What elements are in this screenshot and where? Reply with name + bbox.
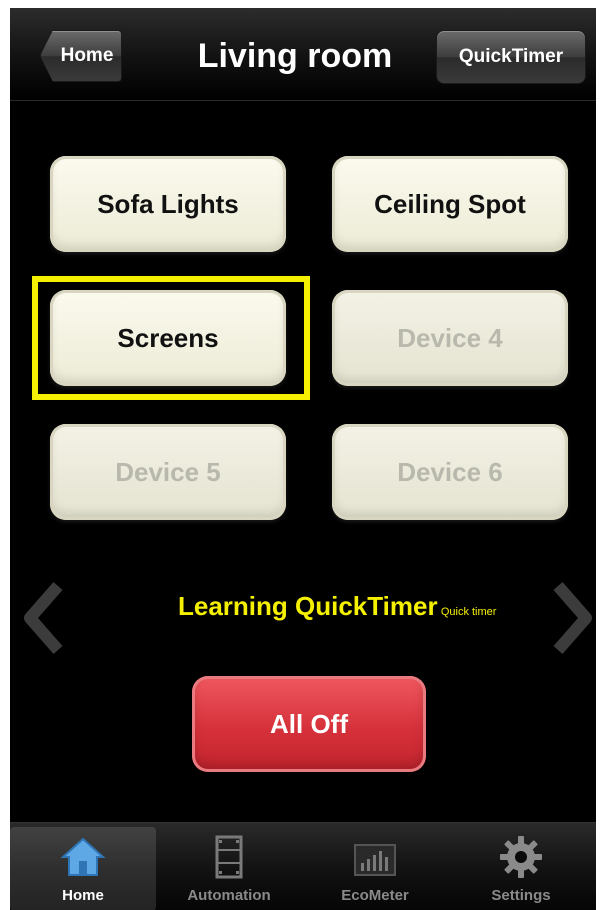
tab-bar: Home Automation EcoMeter Settings [10,822,596,910]
tab-home[interactable]: Home [10,827,156,910]
chevron-left-icon[interactable] [20,568,66,668]
device-button-device-4[interactable]: Device 4 [332,290,568,386]
house-icon [60,837,106,876]
navigation-bar: Home Living room QuickTimer [10,8,596,101]
tab-automation[interactable]: Automation [156,827,302,910]
bar-meter-icon [354,844,396,876]
gear-icon [500,836,542,878]
device-label: Device 5 [115,456,221,487]
chevron-right-svg [553,582,592,654]
device-button-device-6[interactable]: Device 6 [332,424,568,520]
all-off-button[interactable]: All Off [192,676,426,772]
tab-label: Home [62,887,104,904]
device-button-sofa-lights[interactable]: Sofa Lights [50,156,286,252]
device-button-device-5[interactable]: Device 5 [50,424,286,520]
page-title: Living room [197,37,393,75]
chevron-left-svg [24,582,63,654]
tab-ecometer[interactable]: EcoMeter [302,827,448,910]
quicktimer-button[interactable]: QuickTimer [436,30,586,84]
film-strip-icon [215,835,243,879]
learning-annotation-text: Learning QuickTimer [178,591,438,621]
tab-label: Settings [491,887,551,904]
tab-label: Automation [187,887,271,904]
quicktimer-label: QuickTimer [458,46,564,67]
all-off-label: All Off [270,708,348,739]
learning-annotation-small: Quick timer [440,606,497,618]
tab-label: EcoMeter [341,887,409,904]
app-screen: Home Living room QuickTimer Sofa Lights … [10,8,596,910]
highlight-box [32,276,310,400]
chevron-right-icon[interactable] [550,568,596,668]
device-label: Sofa Lights [97,188,239,219]
device-label: Ceiling Spot [374,188,526,219]
tab-settings[interactable]: Settings [448,827,594,910]
device-label: Device 6 [397,456,503,487]
learning-annotation: Learning QuickTimer Quick timer [178,586,538,626]
device-label: Device 4 [397,322,503,353]
home-back-button[interactable]: Home [40,30,122,82]
home-back-label: Home [60,45,114,66]
device-button-ceiling-spot[interactable]: Ceiling Spot [332,156,568,252]
